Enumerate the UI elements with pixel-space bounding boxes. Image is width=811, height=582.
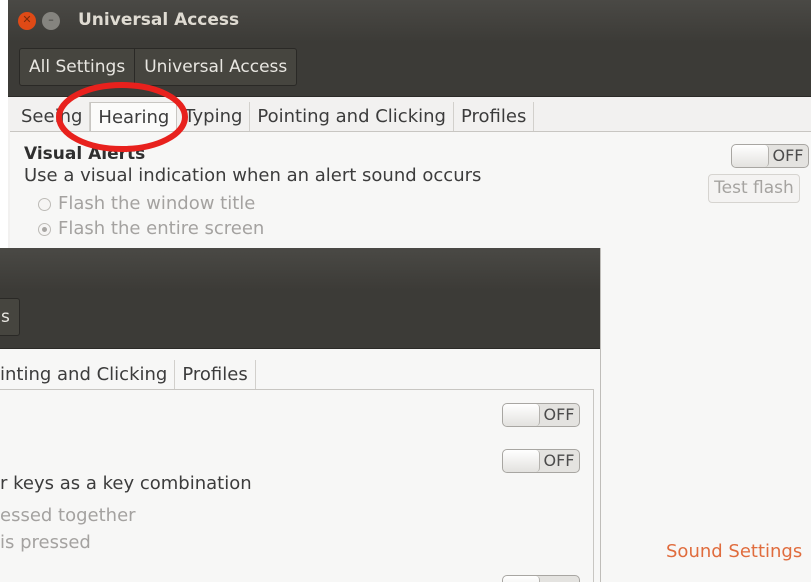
flash-entire-screen-label: Flash the entire screen xyxy=(58,218,265,239)
window-toolbar: All Settings Universal Access xyxy=(8,42,811,97)
breadcrumb-all-settings[interactable]: All Settings xyxy=(20,49,134,85)
toggle-state-label: OFF xyxy=(543,405,575,424)
visual-alerts-heading: Visual Alerts xyxy=(24,144,146,164)
close-button[interactable]: ✕ xyxy=(18,12,36,30)
flash-window-title-radio[interactable] xyxy=(38,198,51,211)
overlap-breadcrumb-text: s xyxy=(1,307,10,327)
window-titlebar: ✕ – Universal Access xyxy=(8,0,811,42)
minimize-icon: – xyxy=(48,13,54,26)
toggle-knob xyxy=(503,450,540,472)
overlap-toggle-3[interactable] xyxy=(502,575,580,582)
overlap-content-panel: OFF OFF r keys as a key combination esse… xyxy=(0,389,594,582)
tab-profiles[interactable]: Profiles xyxy=(454,102,535,131)
overlap-breadcrumb: s xyxy=(0,298,20,336)
flash-window-title-label: Flash the window title xyxy=(58,193,256,214)
overlap-toggle-1[interactable]: OFF xyxy=(502,403,580,427)
overlap-toggle-2[interactable]: OFF xyxy=(502,449,580,473)
window-title: Universal Access xyxy=(78,10,240,30)
tab-typing[interactable]: Typing xyxy=(177,102,251,131)
toggle-knob xyxy=(732,145,769,167)
overlap-description: r keys as a key combination xyxy=(0,473,252,494)
toggle-knob xyxy=(503,404,540,426)
overlap-tab-pointing-and-clicking[interactable]: inting and Clicking xyxy=(0,360,176,389)
sound-settings-link[interactable]: Sound Settings xyxy=(666,541,802,562)
visual-alerts-toggle[interactable]: OFF xyxy=(731,144,809,168)
flash-entire-screen-radio[interactable] xyxy=(38,223,51,236)
breadcrumb-universal-access[interactable]: Universal Access xyxy=(134,49,296,85)
tab-hearing[interactable]: Hearing xyxy=(90,102,178,131)
tab-bar: Seeing Hearing Typing Pointing and Click… xyxy=(14,102,535,131)
visual-alerts-description: Use a visual indication when an alert so… xyxy=(24,165,482,186)
overlap-option-2: is pressed xyxy=(0,532,91,553)
close-icon: ✕ xyxy=(22,13,32,26)
toggle-state-label: OFF xyxy=(772,146,804,165)
overlap-tab-profiles[interactable]: Profiles xyxy=(175,360,256,389)
overlapping-window: s inting and Clicking Profiles OFF OFF r… xyxy=(0,248,601,582)
minimize-button[interactable]: – xyxy=(42,12,60,30)
tab-pointing-and-clicking[interactable]: Pointing and Clicking xyxy=(250,102,454,131)
toggle-knob xyxy=(503,576,540,582)
overlap-breadcrumb-label[interactable]: s xyxy=(0,299,19,335)
overlap-toolbar: s xyxy=(0,290,600,349)
overlap-titlebar xyxy=(0,248,600,290)
breadcrumb: All Settings Universal Access xyxy=(19,48,298,86)
toggle-state-label: OFF xyxy=(543,451,575,470)
test-flash-label: Test flash xyxy=(714,178,794,198)
tab-seeing[interactable]: Seeing xyxy=(14,102,91,131)
test-flash-button[interactable]: Test flash xyxy=(708,174,800,203)
overlap-option-1: essed together xyxy=(0,505,136,526)
overlap-tab-bar: inting and Clicking Profiles xyxy=(0,360,256,389)
